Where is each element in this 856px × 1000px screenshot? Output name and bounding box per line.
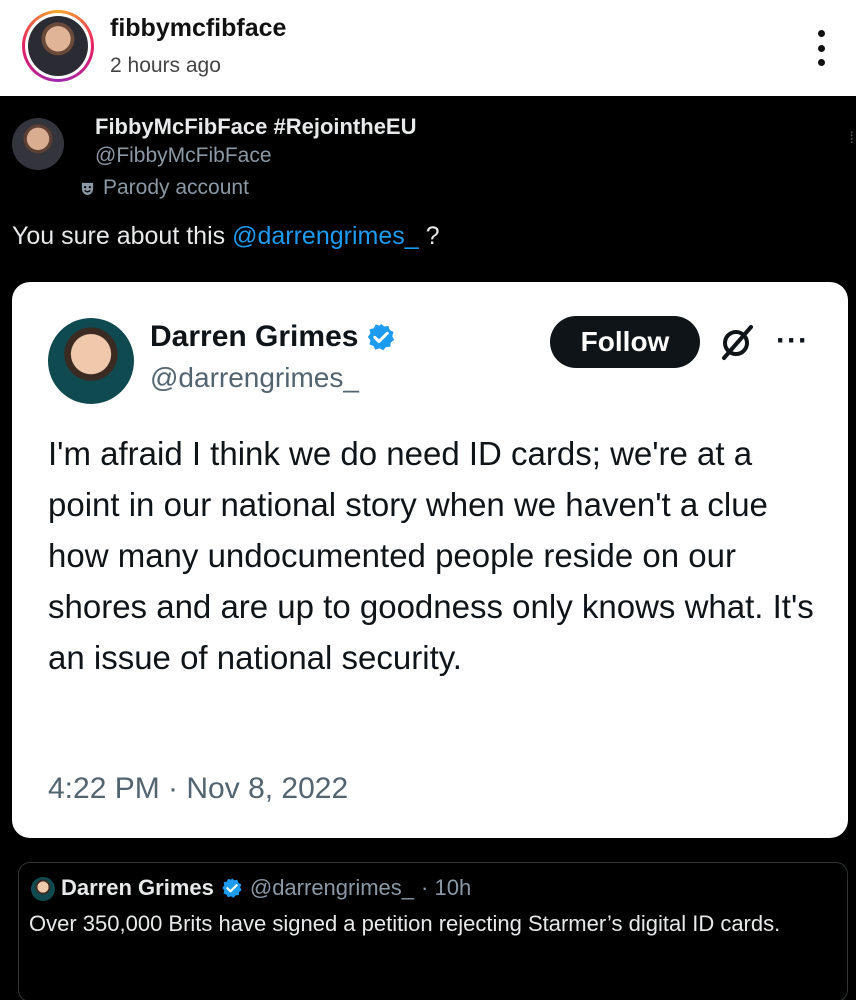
vertical-ellipsis-icon[interactable]	[818, 30, 826, 66]
quote-author-avatar	[31, 877, 55, 901]
quote-tweet-text: Over 350,000 Brits have signed a petitio…	[29, 911, 781, 936]
quote-author-line: Darren Grimes @darrengrimes_ · 10h	[61, 875, 471, 901]
quoted-author-handle: @darrengrimes_	[150, 362, 359, 393]
avatar	[28, 16, 88, 76]
quoted-tweet-card[interactable]: Darren Grimes @darrengrimes_ Follow ··· …	[12, 282, 848, 838]
mention-link[interactable]: @darrengrimes_	[232, 222, 419, 250]
tweet-text-prefix: You sure about this	[12, 222, 233, 250]
avatar-frame	[25, 13, 91, 79]
tweet-text: You sure about this @darrengrimes_ ?	[12, 222, 440, 251]
parody-label: Parody account	[103, 176, 249, 199]
quoted-author-name: Darren Grimes	[150, 320, 396, 354]
quote-author-name: Darren Grimes	[61, 875, 214, 900]
tweet-screenshot: FibbyMcFibFace #RejointheEU @FibbyMcFibF…	[0, 96, 856, 1000]
post-timestamp: 2 hours ago	[110, 54, 221, 77]
quoted-tweet-body: I'm afraid I think we do need ID cards; …	[48, 435, 814, 676]
quoted-author-avatar	[48, 318, 134, 404]
follow-button[interactable]: Follow	[550, 316, 700, 368]
tweet-text-suffix: ?	[418, 222, 440, 250]
tweet-author-handle: @FibbyMcFibFace	[95, 144, 272, 167]
scrollbar-icon: ⁞	[849, 130, 854, 147]
quote-author-handle: @darrengrimes_	[249, 875, 415, 900]
quote-tweet[interactable]: Darren Grimes @darrengrimes_ · 10h Over …	[18, 862, 848, 1000]
tweet-author-name: FibbyMcFibFace #RejointheEU	[95, 114, 417, 139]
quote-age: · 10h	[421, 875, 472, 900]
theater-mask-icon	[81, 182, 94, 195]
story-ring[interactable]	[22, 10, 94, 82]
verified-badge-icon	[368, 323, 395, 351]
quoted-tweet-timestamp: 4:22 PM · Nov 8, 2022	[48, 772, 349, 805]
post-username[interactable]: fibbymcfibface	[110, 14, 286, 43]
x-logo-icon[interactable]	[718, 322, 758, 362]
parody-badge: Parody account	[80, 176, 249, 200]
quoted-author-name-text: Darren Grimes	[150, 320, 359, 353]
verified-badge-icon	[222, 878, 242, 898]
post-header: fibbymcfibface 2 hours ago	[0, 0, 856, 96]
tweet-author-avatar	[12, 118, 64, 170]
more-options-icon[interactable]: ···	[776, 324, 809, 358]
